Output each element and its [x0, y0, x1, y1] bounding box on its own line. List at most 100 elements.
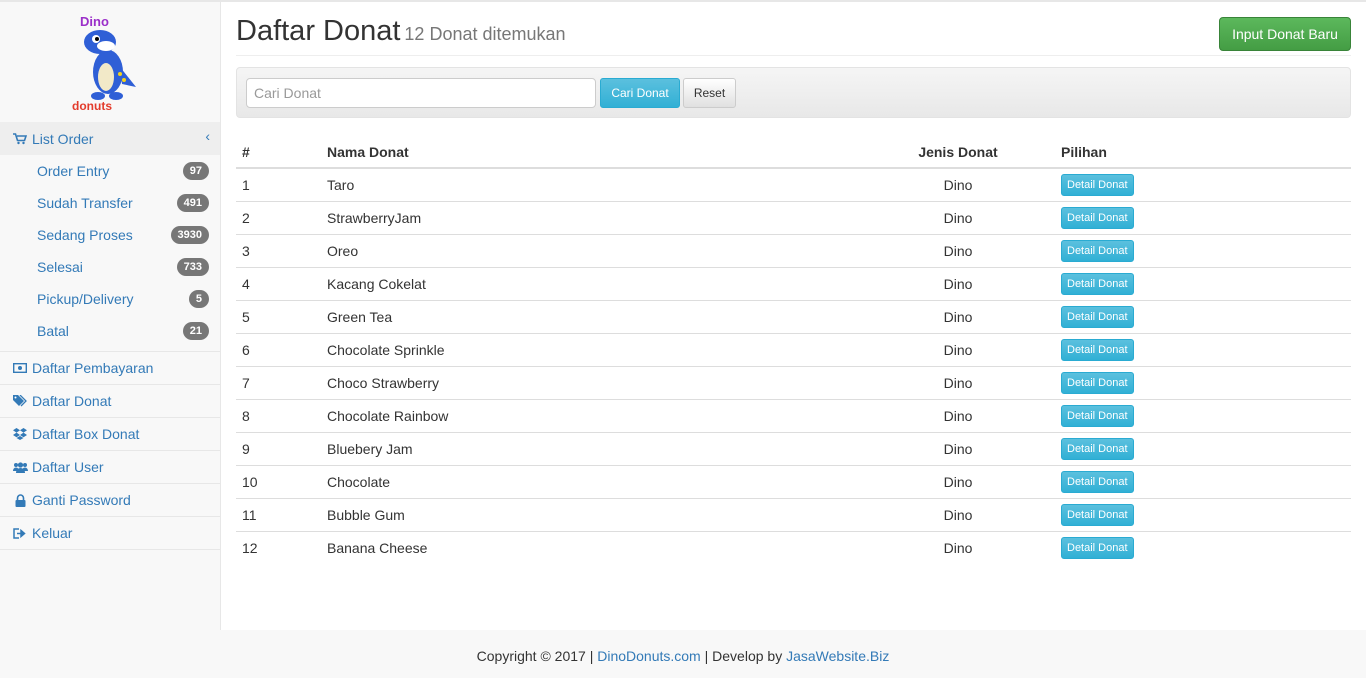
donut-name: Chocolate [321, 464, 861, 498]
sidebar-item-label: Keluar [32, 525, 73, 541]
donut-name: Banana Cheese [321, 530, 861, 564]
column-header-number[interactable]: # [236, 136, 321, 169]
row-actions: Detail Donat [1055, 299, 1351, 333]
search-bar: Cari Donat Reset [236, 67, 1351, 118]
chevron-left-icon[interactable]: ‹ [205, 128, 210, 144]
sidebar-item-pickup-delivery[interactable]: Pickup/Delivery 5 [0, 283, 220, 315]
row-actions: Detail Donat [1055, 530, 1351, 564]
donut-name: Green Tea [321, 299, 861, 333]
sidebar-item-daftar-box-donat[interactable]: Daftar Box Donat [0, 418, 220, 451]
sidebar-item-keluar[interactable]: Keluar [0, 517, 220, 550]
main-content: Daftar Donat 12 Donat ditemukan Input Don… [221, 2, 1366, 630]
count-badge: 21 [182, 322, 209, 340]
table-row: 1 Taro Dino Detail Donat [236, 168, 1351, 201]
donut-type: Dino [861, 365, 1055, 399]
table-row: 6 Chocolate Sprinkle Dino Detail Donat [236, 332, 1351, 366]
detail-donat-button[interactable]: Detail Donat [1061, 503, 1134, 526]
donut-type: Dino [861, 431, 1055, 465]
dino-donuts-logo-icon: Dino donuts [72, 14, 136, 112]
jasawebsite-link[interactable]: JasaWebsite.Biz [786, 648, 889, 664]
donut-name: Choco Strawberry [321, 365, 861, 399]
input-donat-baru-button[interactable]: Input Donat Baru [1219, 17, 1351, 51]
search-button[interactable]: Cari Donat [600, 78, 680, 108]
sidebar-item-daftar-pembayaran[interactable]: Daftar Pembayaran [0, 352, 220, 385]
row-number: 6 [236, 332, 321, 366]
page-header: Daftar Donat 12 Donat ditemukan Input Don… [236, 2, 1351, 56]
table-body: 1 Taro Dino Detail Donat 2 StrawberryJam Dino D… [236, 168, 1351, 564]
table-row: 5 Green Tea Dino Detail Donat [236, 299, 1351, 333]
row-number: 2 [236, 200, 321, 234]
sidebar-item-label: List Order [32, 130, 94, 147]
table-row: 8 Chocolate Rainbow Dino Detail Donat [236, 398, 1351, 432]
tags-icon [12, 395, 28, 407]
detail-donat-button[interactable]: Detail Donat [1061, 173, 1134, 196]
donut-type: Dino [861, 266, 1055, 300]
row-actions: Detail Donat [1055, 266, 1351, 300]
sidebar-item-batal[interactable]: Batal 21 [0, 315, 220, 347]
detail-donat-button[interactable]: Detail Donat [1061, 404, 1134, 427]
table-row: 9 Bluebery Jam Dino Detail Donat [236, 431, 1351, 465]
donut-table: # Nama Donat Jenis Donat Pilihan 1 Taro Di… [236, 136, 1351, 564]
count-badge: 491 [176, 194, 209, 212]
row-number: 9 [236, 431, 321, 465]
sidebar-item-daftar-donat[interactable]: Daftar Donat [0, 385, 220, 418]
sidebar-item-label: Daftar User [32, 459, 104, 475]
sidebar-item-label: Daftar Donat [32, 393, 112, 409]
row-actions: Detail Donat [1055, 398, 1351, 432]
count-badge: 97 [182, 162, 209, 180]
row-actions: Detail Donat [1055, 332, 1351, 366]
sidebar-item-label: Pickup/Delivery [37, 291, 134, 307]
sidebar-item-label: Batal [37, 323, 69, 339]
sidebar-item-sudah-transfer[interactable]: Sudah Transfer 491 [0, 187, 220, 219]
sidebar-item-ganti-password[interactable]: Ganti Password [0, 484, 220, 517]
donut-name: Bubble Gum [321, 497, 861, 531]
footer: Copyright © 2017 | DinoDonuts.com | Deve… [0, 630, 1366, 678]
row-number: 8 [236, 398, 321, 432]
table-row: 4 Kacang Cokelat Dino Detail Donat [236, 266, 1351, 300]
detail-donat-button[interactable]: Detail Donat [1061, 239, 1134, 262]
donut-name: StrawberryJam [321, 200, 861, 234]
table-row: 3 Oreo Dino Detail Donat [236, 233, 1351, 267]
row-actions: Detail Donat [1055, 200, 1351, 234]
row-actions: Detail Donat [1055, 464, 1351, 498]
search-input[interactable] [246, 78, 596, 108]
table-row: 10 Chocolate Dino Detail Donat [236, 464, 1351, 498]
dinodonuts-link[interactable]: DinoDonuts.com [597, 648, 701, 664]
column-header-nama-donat[interactable]: Nama Donat [321, 136, 861, 169]
detail-donat-button[interactable]: Detail Donat [1061, 272, 1134, 295]
sidebar-item-label: Sedang Proses [37, 227, 133, 243]
row-actions: Detail Donat [1055, 233, 1351, 267]
logo[interactable]: Dino donuts [0, 2, 220, 122]
page-title-text: Daftar Donat [236, 15, 401, 47]
detail-donat-button[interactable]: Detail Donat [1061, 470, 1134, 493]
donut-type: Dino [943, 176, 973, 193]
sidebar-item-sedang-proses[interactable]: Sedang Proses 3930 [0, 219, 220, 251]
sidebar-item-order-entry[interactable]: Order Entry 97 [0, 155, 220, 187]
donut-name: Chocolate Rainbow [321, 398, 861, 432]
detail-donat-button[interactable]: Detail Donat [1061, 437, 1134, 460]
detail-donat-button[interactable]: Detail Donat [1061, 338, 1134, 361]
row-number: 1 [242, 176, 250, 193]
column-header-jenis-donat[interactable]: Jenis Donat [861, 136, 1055, 169]
sidebar-item-list-order[interactable]: List Order ‹ [0, 122, 220, 155]
row-actions: Detail Donat [1055, 497, 1351, 531]
row-actions: Detail Donat [1055, 168, 1351, 201]
sidebar-item-label: Order Entry [37, 163, 110, 179]
detail-donat-button[interactable]: Detail Donat [1061, 305, 1134, 328]
sidebar-item-label: Daftar Box Donat [32, 426, 140, 442]
page-subtitle: 12 Donat ditemukan [404, 24, 566, 44]
donut-type: Dino [861, 530, 1055, 564]
copyright-text: Copyright © 2017 | [476, 648, 594, 664]
detail-donat-button[interactable]: Detail Donat [1061, 206, 1134, 229]
dropbox-icon [12, 428, 28, 440]
sidebar-item-daftar-user[interactable]: Daftar User [0, 451, 220, 484]
detail-donat-button[interactable]: Detail Donat [1061, 536, 1134, 559]
reset-button[interactable]: Reset [683, 78, 736, 108]
row-number: 11 [236, 497, 321, 531]
row-number: 4 [236, 266, 321, 300]
detail-donat-button[interactable]: Detail Donat [1061, 371, 1134, 394]
develop-text: | Develop by [704, 648, 783, 664]
sidebar-item-selesai[interactable]: Selesai 733 [0, 251, 220, 283]
table-row: 2 StrawberryJam Dino Detail Donat [236, 200, 1351, 234]
row-number: 7 [236, 365, 321, 399]
